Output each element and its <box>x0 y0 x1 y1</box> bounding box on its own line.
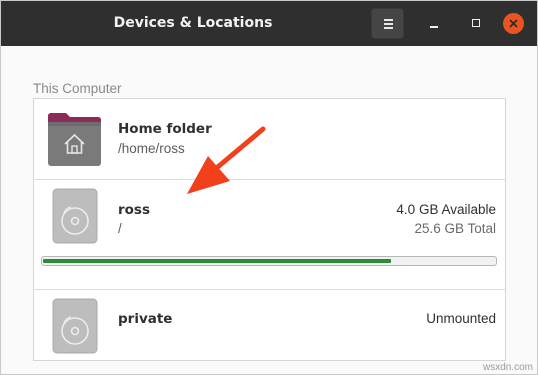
location-name: Home folder <box>118 121 212 137</box>
close-icon <box>509 19 518 28</box>
mount-status: Unmounted <box>426 311 496 326</box>
hamburger-icon-line <box>384 23 393 25</box>
content-area: This Computer Home folder /home/ross ros… <box>1 46 537 374</box>
hamburger-icon <box>384 19 393 21</box>
location-row-home[interactable]: Home folder /home/ross <box>34 99 505 179</box>
location-name: ross <box>118 202 151 218</box>
drive-icon <box>52 298 98 354</box>
locations-list: Home folder /home/ross ross / 4.0 GB Ava… <box>33 98 506 361</box>
total-space: 25.6 GB Total <box>414 221 496 236</box>
minimize-button[interactable] <box>425 13 445 33</box>
close-button[interactable] <box>503 13 524 34</box>
maximize-button[interactable] <box>466 13 486 33</box>
disk-usage-bar <box>41 256 497 266</box>
watermark: wsxdn.com <box>482 362 533 373</box>
header-bar: Devices & Locations <box>1 1 537 46</box>
location-path: / <box>118 221 122 236</box>
menu-button[interactable] <box>371 8 404 39</box>
home-folder-icon <box>48 113 101 166</box>
location-row-ross[interactable]: ross / 4.0 GB Available 25.6 GB Total <box>34 179 505 289</box>
disk-usage-fill <box>43 259 391 263</box>
location-name: private <box>118 311 173 327</box>
location-path: /home/ross <box>118 141 185 156</box>
location-row-private[interactable]: private Unmounted <box>34 289 505 361</box>
window-title: Devices & Locations <box>113 15 273 31</box>
available-space: 4.0 GB Available <box>396 202 496 217</box>
section-label: This Computer <box>33 81 122 96</box>
drive-icon <box>52 188 98 244</box>
devices-locations-window: Devices & Locations This Computer Home f… <box>0 0 538 375</box>
hamburger-icon-line <box>384 27 393 29</box>
